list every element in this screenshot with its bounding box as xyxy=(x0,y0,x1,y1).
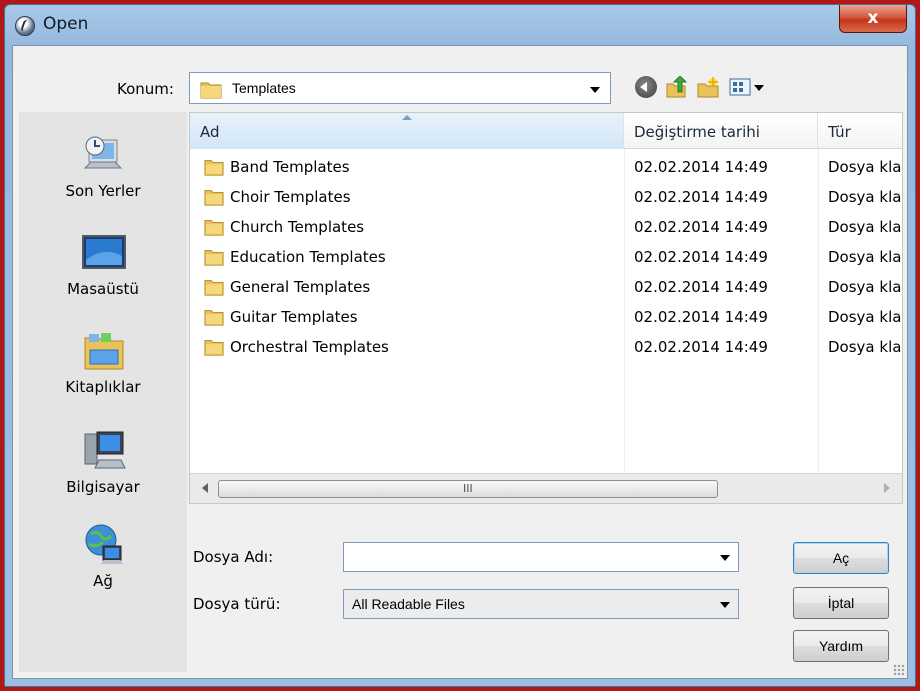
title-bar[interactable]: Open x xyxy=(5,5,915,45)
file-name: Orchestral Templates xyxy=(230,338,389,356)
file-type: Dosya klasörü xyxy=(828,218,902,236)
list-item[interactable]: Church Templates 02.02.2014 14:49 Dosya … xyxy=(190,213,902,243)
scroll-right-icon[interactable] xyxy=(884,483,890,493)
file-name: Band Templates xyxy=(230,158,350,176)
place-computer[interactable]: Bilgisayar xyxy=(19,428,187,518)
location-combo[interactable]: Templates xyxy=(189,72,611,104)
file-type: Dosya klasörü xyxy=(828,248,902,266)
list-item[interactable]: Band Templates 02.02.2014 14:49 Dosya kl… xyxy=(190,153,902,183)
new-folder-icon[interactable] xyxy=(697,76,719,98)
file-type: Dosya klasörü xyxy=(828,278,902,296)
up-folder-icon[interactable] xyxy=(665,76,687,98)
file-date: 02.02.2014 14:49 xyxy=(634,248,768,266)
scrollbar-thumb[interactable]: III xyxy=(218,480,718,498)
file-name: Choir Templates xyxy=(230,188,351,206)
place-label: Kitaplıklar xyxy=(65,378,141,396)
file-date: 02.02.2014 14:49 xyxy=(634,278,768,296)
libraries-icon xyxy=(84,333,124,370)
file-name: Education Templates xyxy=(230,248,386,266)
help-button[interactable]: Yardım xyxy=(793,630,889,662)
chevron-down-icon[interactable] xyxy=(590,87,600,93)
filetype-select[interactable]: All Readable Files xyxy=(343,589,739,619)
column-header-date[interactable]: Değiştirme tarihi xyxy=(624,113,818,149)
filetype-value: All Readable Files xyxy=(352,596,465,612)
file-date: 02.02.2014 14:49 xyxy=(634,218,768,236)
place-label: Ağ xyxy=(93,572,113,590)
cancel-button[interactable]: İptal xyxy=(793,587,889,619)
place-label: Masaüstü xyxy=(67,280,139,298)
place-label: Bilgisayar xyxy=(66,478,140,496)
folder-icon xyxy=(200,82,222,99)
file-type: Dosya klasörü xyxy=(828,158,902,176)
list-item[interactable]: Choir Templates 02.02.2014 14:49 Dosya k… xyxy=(190,183,902,213)
places-sidebar: Son Yerler Masaüstü Kitaplıklar Bilgisay… xyxy=(19,112,187,672)
network-icon xyxy=(85,524,123,564)
folder-icon xyxy=(204,340,224,356)
filename-input[interactable] xyxy=(343,542,739,572)
place-label: Son Yerler xyxy=(65,182,141,200)
folder-icon xyxy=(204,280,224,296)
file-name: Guitar Templates xyxy=(230,308,358,326)
back-icon[interactable] xyxy=(635,76,657,98)
resize-grip[interactable] xyxy=(893,664,905,676)
folder-icon xyxy=(204,310,224,326)
list-item[interactable]: General Templates 02.02.2014 14:49 Dosya… xyxy=(190,273,902,303)
file-type: Dosya klasörü xyxy=(828,338,902,356)
place-desktop[interactable]: Masaüstü xyxy=(19,230,187,320)
open-dialog: Open x Konum: Templates Son Yerler Masaü… xyxy=(4,4,916,687)
place-network[interactable]: Ağ xyxy=(19,522,187,612)
file-date: 02.02.2014 14:49 xyxy=(634,188,768,206)
close-button[interactable]: x xyxy=(839,5,907,33)
sort-ascending-icon xyxy=(402,115,412,120)
scroll-left-icon[interactable] xyxy=(202,483,208,493)
desktop-icon xyxy=(82,235,126,269)
list-item[interactable]: Education Templates 02.02.2014 14:49 Dos… xyxy=(190,243,902,273)
file-date: 02.02.2014 14:49 xyxy=(634,338,768,356)
location-label: Konum: xyxy=(117,80,174,98)
list-item[interactable]: Guitar Templates 02.02.2014 14:49 Dosya … xyxy=(190,303,902,333)
filename-label: Dosya Adı: xyxy=(193,548,274,566)
view-menu-icon[interactable] xyxy=(729,76,767,98)
location-value: Templates xyxy=(232,80,296,96)
file-name: Church Templates xyxy=(230,218,365,236)
list-item[interactable]: Orchestral Templates 02.02.2014 14:49 Do… xyxy=(190,333,902,363)
computer-icon xyxy=(84,431,126,469)
place-libraries[interactable]: Kitaplıklar xyxy=(19,328,187,418)
chevron-down-icon[interactable] xyxy=(720,555,730,561)
file-date: 02.02.2014 14:49 xyxy=(634,308,768,326)
file-name: General Templates xyxy=(230,278,371,296)
folder-icon xyxy=(204,250,224,266)
column-header-type[interactable]: Tür xyxy=(818,113,902,149)
file-date: 02.02.2014 14:49 xyxy=(634,158,768,176)
window-title: Open xyxy=(43,14,89,34)
filetype-label: Dosya türü: xyxy=(193,595,281,613)
file-type: Dosya klasörü xyxy=(828,308,902,326)
list-header: Ad Değiştirme tarihi Tür xyxy=(190,113,902,149)
scrollbar-grip: III xyxy=(463,482,473,495)
open-button[interactable]: Aç xyxy=(793,542,889,574)
recent-places-icon xyxy=(83,136,123,169)
dialog-body: Konum: Templates Son Yerler Masaüstü Kit… xyxy=(12,45,908,679)
app-icon xyxy=(15,16,35,36)
place-recent[interactable]: Son Yerler xyxy=(19,132,187,222)
folder-icon xyxy=(204,190,224,206)
file-type: Dosya klasörü xyxy=(828,188,902,206)
folder-icon xyxy=(204,160,224,176)
file-list[interactable]: Ad Değiştirme tarihi Tür Band Templates … xyxy=(189,112,903,504)
horizontal-scrollbar[interactable]: III xyxy=(190,473,902,503)
column-header-name[interactable]: Ad xyxy=(190,113,624,149)
folder-icon xyxy=(204,220,224,236)
chevron-down-icon[interactable] xyxy=(720,602,730,608)
